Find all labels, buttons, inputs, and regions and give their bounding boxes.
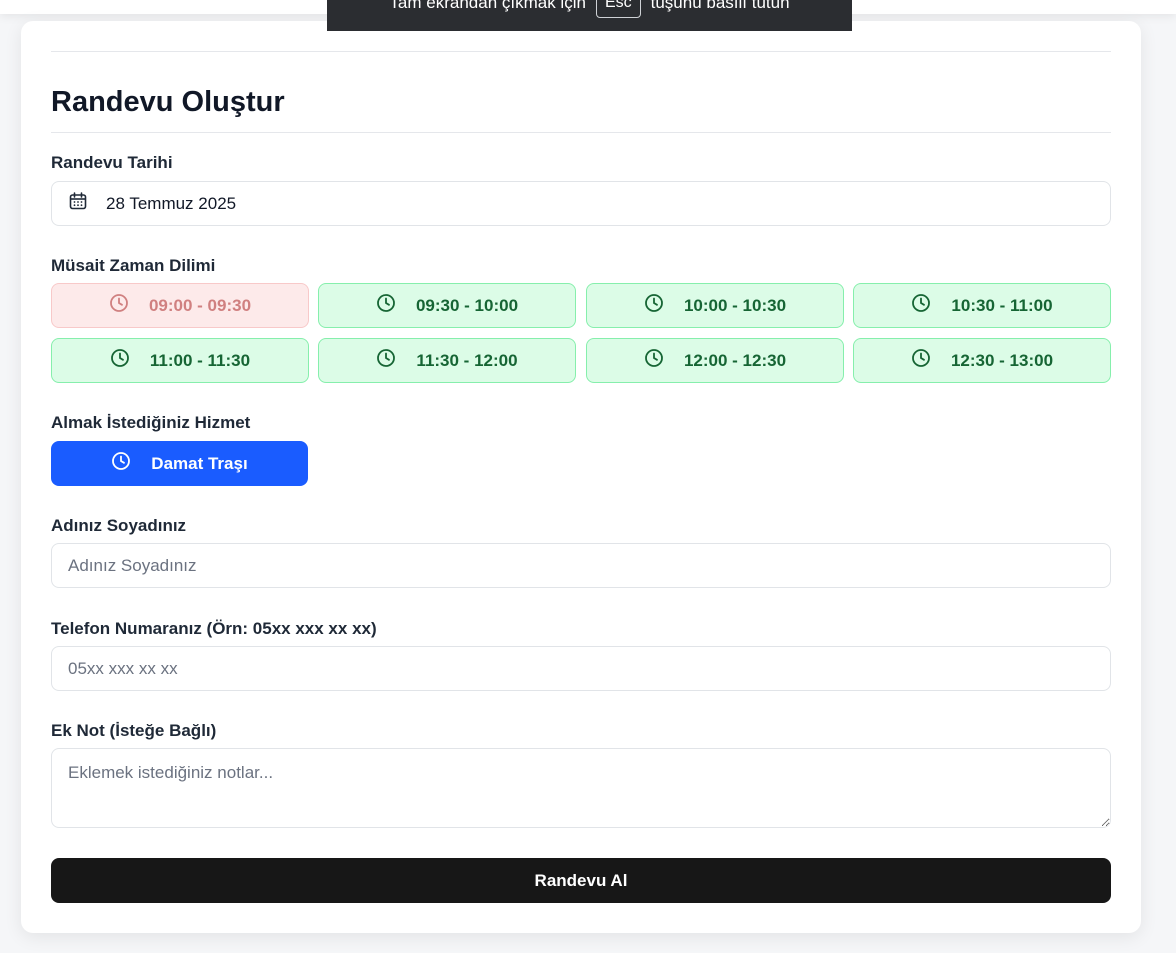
time-slot[interactable]: 11:00 - 11:30 [51,338,309,383]
name-input[interactable] [51,543,1111,588]
title-divider [51,132,1111,133]
phone-input[interactable] [51,646,1111,691]
clock-icon [911,348,931,373]
time-slot-label: 11:00 - 11:30 [149,350,251,370]
clock-icon [109,293,129,318]
note-textarea[interactable] [51,748,1111,828]
time-slot-label: 12:00 - 12:30 [683,350,787,370]
time-slot[interactable]: 10:30 - 11:00 [853,283,1111,328]
date-picker[interactable]: 28 Temmuz 2025 [51,181,1111,226]
fullscreen-notice-text-before: Tam ekrandan çıkmak için [389,0,586,12]
time-slot-label: 10:30 - 11:00 [951,295,1053,315]
esc-key-badge: Esc [595,0,641,18]
time-slot: 09:00 - 09:30 [51,283,309,328]
date-value: 28 Temmuz 2025 [106,193,237,213]
time-slot-label: 09:30 - 10:00 [415,295,519,315]
service-label: Almak İstediğiniz Hizmet [51,413,251,432]
time-slot-label: 11:30 - 12:00 [416,350,518,370]
time-slot-label: 09:00 - 09:30 [148,295,252,315]
name-label: Adınız Soyadınız [51,516,187,535]
top-divider [51,51,1111,52]
clock-icon [644,293,664,318]
date-label: Randevu Tarihi [51,153,173,172]
calendar-icon [68,191,88,216]
time-slot[interactable]: 12:00 - 12:30 [586,338,844,383]
page-title: Randevu Oluştur [51,86,285,118]
note-label: Ek Not (İsteğe Bağlı) [51,721,217,740]
time-slot[interactable]: 10:00 - 10:30 [586,283,844,328]
appointment-form-card: Randevu Oluştur Randevu Tarihi 28 Temmuz… [21,21,1141,933]
submit-appointment-button[interactable]: Randevu Al [51,858,1111,903]
time-slots-label: Müsait Zaman Dilimi [51,256,216,275]
service-option-selected[interactable]: Damat Traşı [51,441,308,486]
phone-label: Telefon Numaranız (Örn: 05xx xxx xx xx) [51,619,377,638]
clock-icon [376,348,396,373]
service-option-label: Damat Traşı [151,453,248,473]
fullscreen-notice-text-after: tuşunu basılı tutun [650,0,790,12]
fullscreen-notice: Tam ekrandan çıkmak için Esc tuşunu bası… [327,0,852,31]
clock-icon [110,348,130,373]
clock-icon [376,293,396,318]
time-slot[interactable]: 11:30 - 12:00 [318,338,576,383]
clock-icon [911,293,931,318]
time-slot-label: 10:00 - 10:30 [683,295,787,315]
clock-icon [111,451,131,476]
submit-button-label: Randevu Al [534,870,628,890]
time-slot-label: 12:30 - 13:00 [950,350,1054,370]
clock-icon [644,348,664,373]
time-slot[interactable]: 12:30 - 13:00 [853,338,1111,383]
time-slot[interactable]: 09:30 - 10:00 [318,283,576,328]
